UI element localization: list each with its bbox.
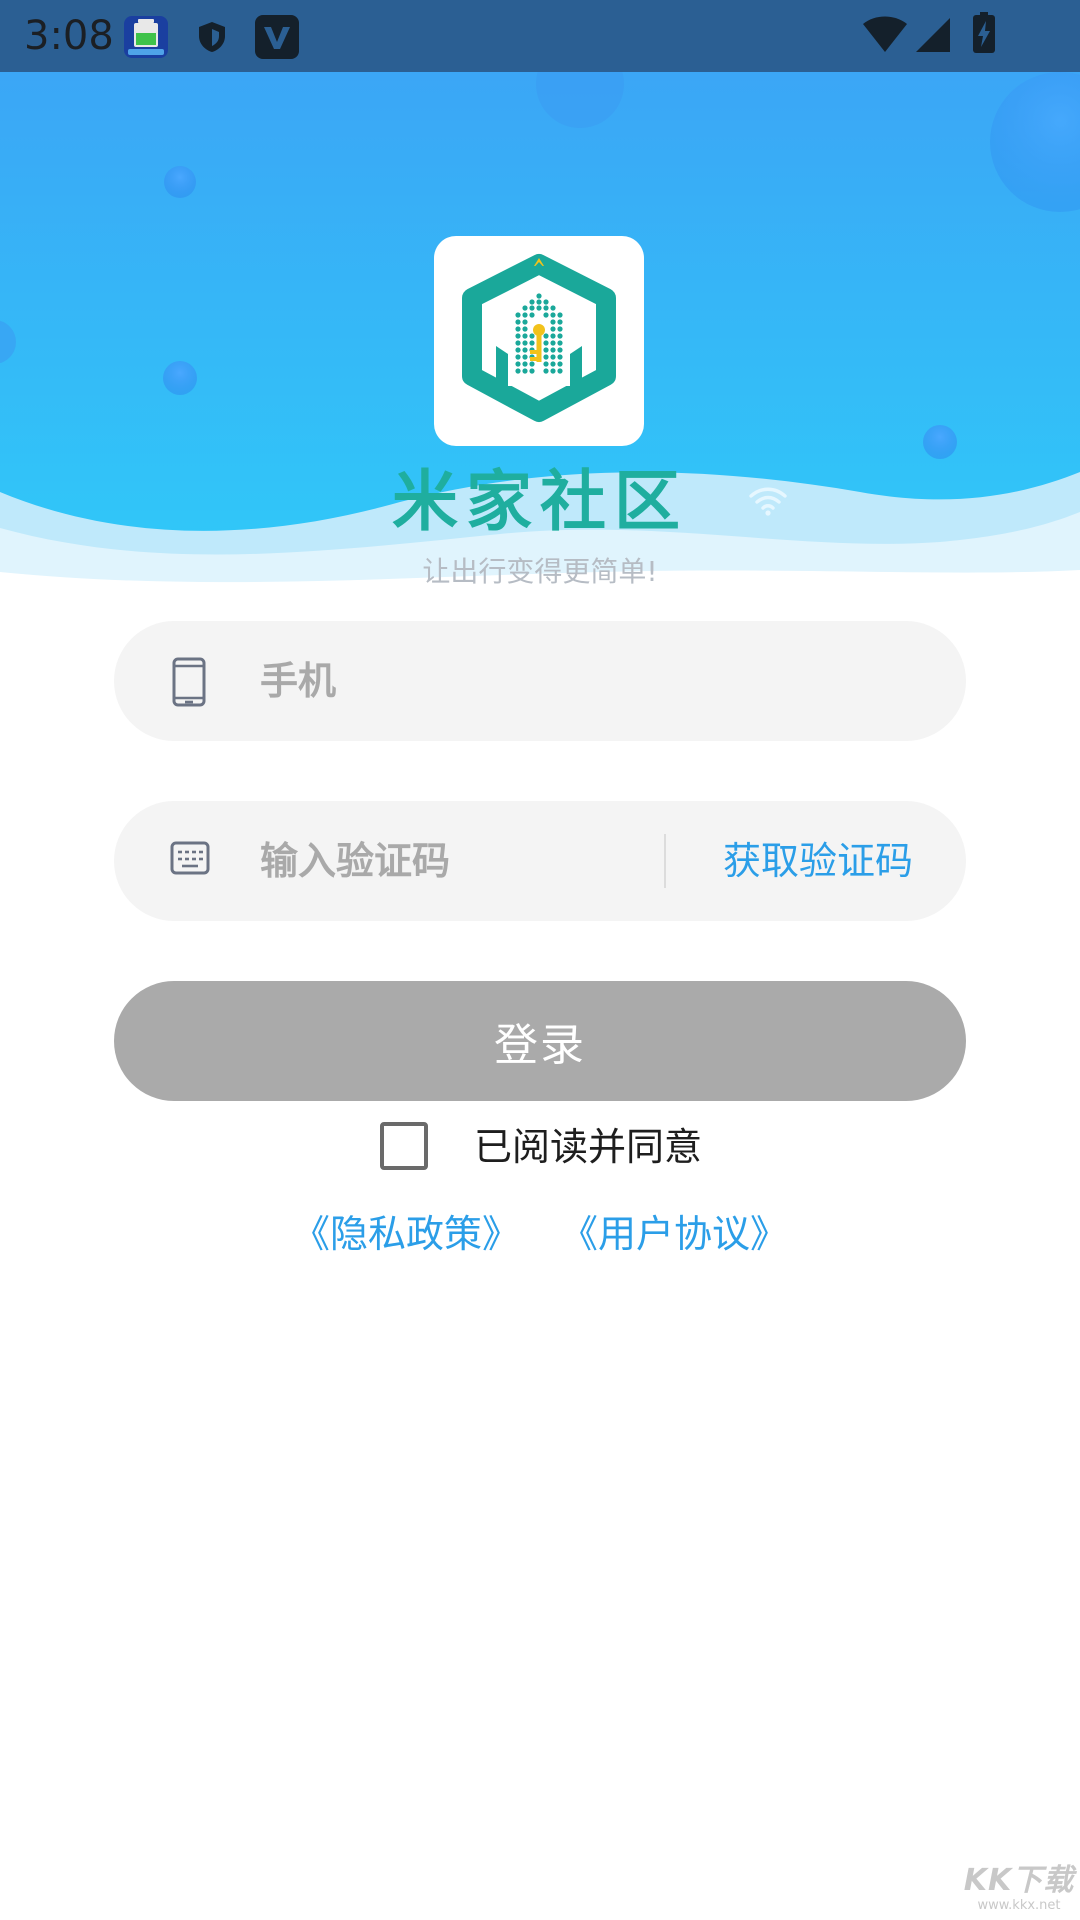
wifi-icon xyxy=(862,16,908,58)
watermark: KK下载 www.kkx.net xyxy=(958,1864,1080,1914)
phone-field[interactable] xyxy=(114,621,966,741)
privacy-policy-link[interactable]: 《隐私政策》 xyxy=(292,1212,520,1256)
battery-app-icon xyxy=(122,14,170,64)
watermark-url: www.kkx.net xyxy=(977,1898,1061,1913)
community-house-key-logo xyxy=(462,254,616,422)
app-name: 米家社区 xyxy=(392,463,688,540)
battery-charging-icon xyxy=(972,12,996,58)
user-agreement-link[interactable]: 《用户协议》 xyxy=(560,1212,788,1256)
policy-links: 《隐私政策》 《用户协议》 xyxy=(0,1206,1080,1262)
keyboard-icon xyxy=(170,841,210,879)
agreement-text: 已阅读并同意 xyxy=(474,1125,703,1169)
verification-code-input[interactable] xyxy=(260,826,650,896)
field-divider xyxy=(664,834,666,888)
get-code-button[interactable]: 获取验证码 xyxy=(670,801,966,921)
wifi-decoration-icon xyxy=(748,484,788,518)
status-time: 3:08 xyxy=(24,13,114,59)
login-button[interactable]: 登录 xyxy=(114,981,966,1101)
app-logo xyxy=(434,236,644,446)
cell-signal-icon xyxy=(914,16,952,58)
phone-icon xyxy=(172,657,206,711)
status-bar: 3:08 xyxy=(0,0,1080,72)
header-banner: 米家社区 让出行变得更简单! xyxy=(0,72,1080,602)
phone-input[interactable] xyxy=(260,646,900,716)
v-app-icon xyxy=(254,14,300,64)
shield-icon xyxy=(196,20,228,58)
slogan: 让出行变得更简单! xyxy=(422,555,658,588)
agreement-row: 已阅读并同意 xyxy=(380,1122,740,1178)
watermark-logo: KK下载 xyxy=(963,1863,1075,1898)
verification-code-field[interactable]: 获取验证码 xyxy=(114,801,966,921)
agreement-checkbox[interactable] xyxy=(380,1122,428,1170)
